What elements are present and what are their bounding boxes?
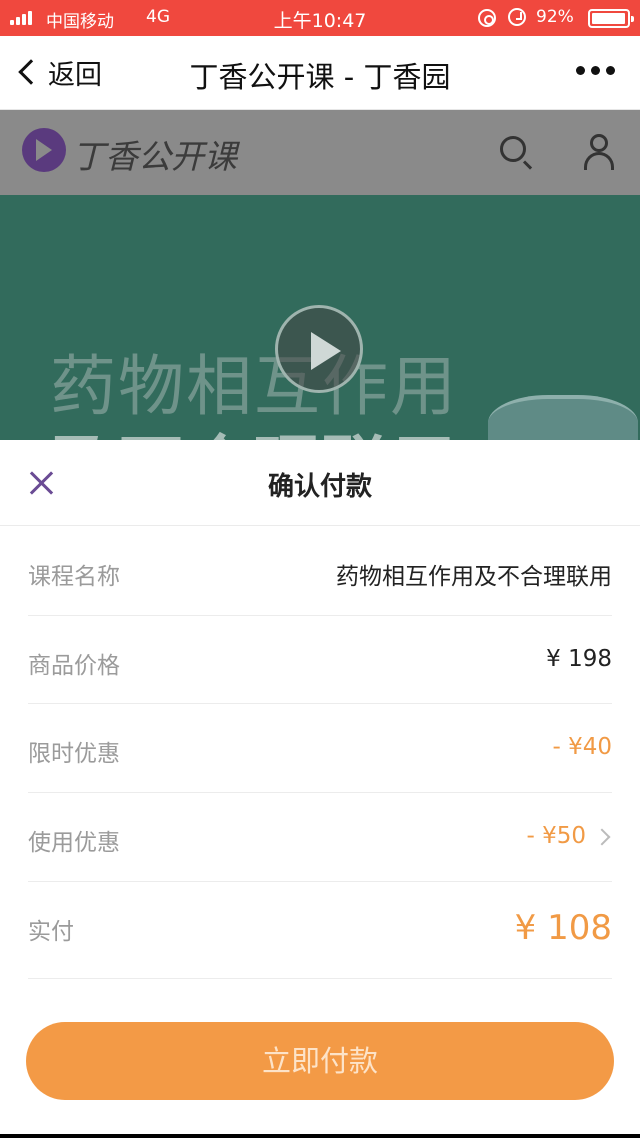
search-icon[interactable]	[500, 136, 526, 162]
nav-bar: 返回 丁香公开课 - 丁香园	[0, 36, 640, 110]
video-player[interactable]: 药物相互作用 及不合理联用	[0, 195, 640, 440]
row-label: 商品价格	[28, 653, 120, 679]
site-header: 丁香公开课	[0, 110, 640, 195]
site-logo-icon	[22, 128, 66, 172]
row-amount-due: 实付 ¥ 108	[28, 882, 612, 979]
more-menu-button[interactable]	[576, 66, 615, 75]
site-name: 丁香公开课	[72, 137, 237, 176]
row-limited-discount: 限时优惠 - ¥40	[28, 704, 612, 793]
payment-sheet: 确认付款 课程名称 药物相互作用及不合理联用 商品价格 ¥ 198 限时优惠 -…	[0, 440, 640, 1134]
row-value: 药物相互作用及不合理联用	[336, 564, 612, 590]
more-dot-icon	[576, 66, 585, 75]
row-course-name: 课程名称 药物相互作用及不合理联用	[28, 527, 612, 616]
chevron-right-icon	[593, 828, 611, 846]
video-title-line2: 及不合理联用	[50, 413, 458, 440]
app-frame: 中国移动 4G 上午10:47 92% 返回 丁香公开课 - 丁香园 丁香公开课…	[0, 0, 640, 1134]
battery-icon	[588, 9, 634, 28]
sheet-header: 确认付款	[0, 440, 640, 526]
pay-now-button[interactable]: 立即付款	[26, 1022, 614, 1100]
row-label: 使用优惠	[28, 830, 120, 856]
play-button[interactable]	[275, 305, 363, 393]
row-value: ¥ 198	[546, 646, 612, 672]
row-label: 实付	[28, 919, 74, 945]
more-dot-icon	[606, 66, 615, 75]
video-cup-image	[488, 395, 638, 440]
row-label: 课程名称	[28, 564, 120, 590]
alarm-icon	[508, 8, 526, 26]
user-icon[interactable]	[584, 134, 614, 170]
battery-percent: 92%	[536, 7, 574, 27]
row-use-coupon[interactable]: 使用优惠 - ¥50	[28, 793, 612, 882]
row-value: - ¥40	[552, 734, 612, 760]
row-value-total: ¥ 108	[514, 908, 612, 948]
row-label: 限时优惠	[28, 741, 120, 767]
row-value: - ¥50	[526, 823, 586, 849]
status-bar: 中国移动 4G 上午10:47 92%	[0, 0, 640, 36]
rotation-lock-icon	[478, 9, 496, 27]
sheet-title: 确认付款	[267, 472, 372, 502]
more-dot-icon	[591, 66, 600, 75]
page-title: 丁香公开课 - 丁香园	[189, 60, 451, 94]
row-product-price: 商品价格 ¥ 198	[28, 616, 612, 704]
